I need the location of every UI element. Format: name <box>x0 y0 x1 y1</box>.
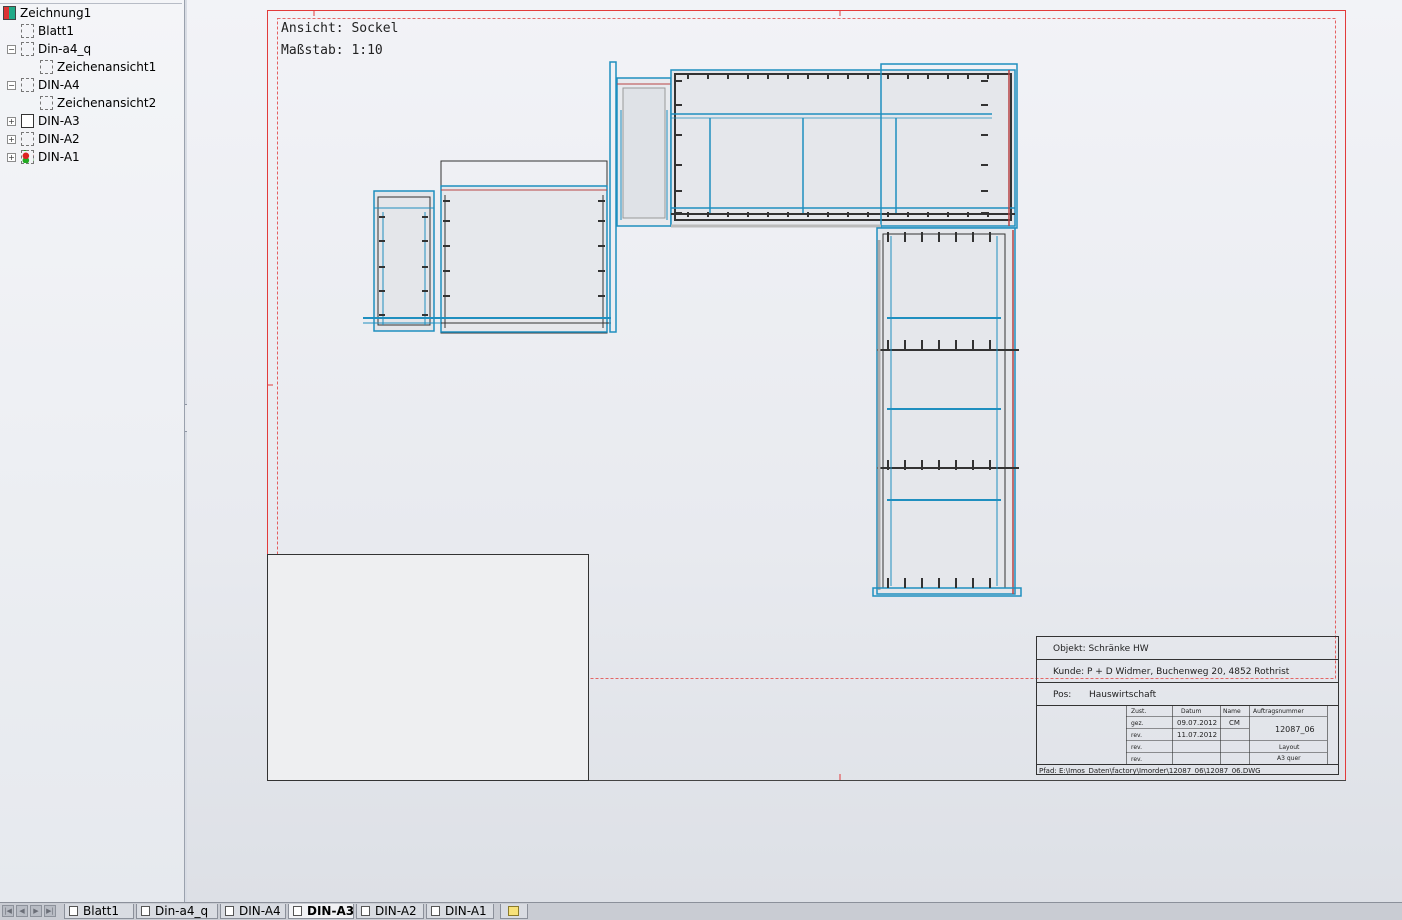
sheet-tab-label: DIN-A3 <box>307 904 355 918</box>
tree-item-din-a4[interactable]: − DIN-A4 <box>0 77 182 94</box>
add-sheet-icon <box>508 906 519 916</box>
sheet-icon <box>21 132 34 146</box>
add-sheet-button[interactable] <box>500 904 528 919</box>
tb-row-gez: gez. <box>1131 720 1144 727</box>
view-icon <box>40 60 53 74</box>
last-sheet-button[interactable]: ▶| <box>44 905 56 917</box>
title-kunde: Kunde: P + D Widmer, Buchenweg 20, 4852 … <box>1053 667 1290 677</box>
tree-item-din-a4-q[interactable]: − Din-a4_q <box>0 41 182 58</box>
sheet-tab-din-a4[interactable]: DIN-A4 <box>220 904 286 919</box>
sheet-tab-label: Din-a4_q <box>155 904 209 918</box>
sheet-tab-label: DIN-A4 <box>239 904 281 918</box>
cabinet-top-long[interactable] <box>670 63 1018 229</box>
sheet-tab-blatt1[interactable]: Blatt1 <box>64 904 134 919</box>
expand-icon[interactable]: + <box>7 117 16 126</box>
tree-item-label: DIN-A2 <box>38 132 80 146</box>
tb-row-rev2: rev. <box>1131 744 1142 751</box>
cabinet-left-main[interactable] <box>440 61 617 334</box>
tb-row-zust: Zust. <box>1131 708 1146 715</box>
cabinet-tall-narrow[interactable] <box>616 77 672 227</box>
tree-item-zeichenansicht2[interactable]: Zeichenansicht2 <box>0 95 182 112</box>
tree-item-label: Zeichenansicht1 <box>57 60 157 74</box>
tree-item-label: Zeichenansicht2 <box>57 96 157 110</box>
sheet-page-icon <box>141 906 150 916</box>
sheet-tab-label: Blatt1 <box>83 904 119 918</box>
tb-date-gez: 09.07.2012 <box>1177 719 1217 727</box>
tb-col-datum: Datum <box>1181 708 1201 715</box>
tree-item-zeichenansicht1[interactable]: Zeichenansicht1 <box>0 59 182 76</box>
collapse-icon[interactable]: − <box>7 45 16 54</box>
collapse-icon[interactable]: − <box>7 81 16 90</box>
sheet-tab-din-a4-q[interactable]: Din-a4_q <box>136 904 218 919</box>
tree-item-zeichnung1[interactable]: Zeichnung1 <box>0 5 182 22</box>
expand-icon[interactable]: + <box>7 153 16 162</box>
sheet-icon <box>21 42 34 56</box>
tree-item-label: Din-a4_q <box>38 42 92 56</box>
tb-layout-label: Layout <box>1279 744 1300 751</box>
title-pos-label: Pos: <box>1053 690 1071 700</box>
expand-icon[interactable]: + <box>7 135 16 144</box>
sheet-icon <box>21 78 34 92</box>
sheet-tab-label: DIN-A2 <box>375 904 417 918</box>
tb-date-rev1: 11.07.2012 <box>1177 731 1217 739</box>
tb-name-gez: CM <box>1229 719 1240 727</box>
view-icon <box>40 96 53 110</box>
tree-item-label: DIN-A1 <box>38 150 80 164</box>
tree-item-din-a1[interactable]: + DIN-A1 <box>0 149 182 166</box>
sheet-tab-strip: |◀ ◀ ▶ ▶| Blatt1 Din-a4_q DIN-A4 DIN-A3 DIN-… <box>0 902 1402 920</box>
title-pos-value: Hauswirtschaft <box>1089 690 1157 700</box>
tree-item-din-a3[interactable]: + DIN-A3 <box>0 113 182 130</box>
sheet-tab-label: DIN-A1 <box>445 904 487 918</box>
tb-row-rev1: rev. <box>1131 732 1142 739</box>
tb-row-rev3: rev. <box>1131 756 1142 763</box>
view-scale-label: Maßstab: 1:10 <box>281 43 383 58</box>
next-sheet-button[interactable]: ▶ <box>30 905 42 917</box>
sheet-icon <box>21 24 34 38</box>
tree-item-label: Zeichnung1 <box>20 6 92 20</box>
title-objekt: Objekt: Schränke HW <box>1053 644 1149 654</box>
tree-item-label: Blatt1 <box>38 24 74 38</box>
cabinet-right-vertical[interactable] <box>872 227 1022 597</box>
sheet-page-icon <box>69 906 78 916</box>
tree-item-label: DIN-A4 <box>38 78 80 92</box>
tb-layout-value: A3 quer <box>1277 755 1301 762</box>
sheet-page-icon <box>225 906 234 916</box>
sheet-page-icon <box>293 906 302 916</box>
tree-item-din-a2[interactable]: + DIN-A2 <box>0 131 182 148</box>
sheet-tab-din-a1[interactable]: DIN-A1 <box>426 904 494 919</box>
prev-sheet-button[interactable]: ◀ <box>16 905 28 917</box>
sheet-tab-din-a2[interactable]: DIN-A2 <box>356 904 424 919</box>
tree-top-bar <box>0 0 182 4</box>
sheet-page-icon <box>361 906 370 916</box>
cabinet-left-small[interactable] <box>363 190 442 332</box>
view-name-label: Ansicht: Sockel <box>281 21 398 36</box>
tb-col-name: Name <box>1223 708 1241 715</box>
feature-manager-tree: Zeichnung1 Blatt1 − Din-a4_q Zeichenansicht1… <box>0 0 185 902</box>
sheet-tab-din-a3[interactable]: DIN-A3 <box>288 904 354 919</box>
tb-col-auftrag: Auftragsnummer <box>1253 708 1304 715</box>
empty-view-placeholder[interactable] <box>267 554 589 781</box>
title-pfad: Pfad: E:\Imos_Daten\factory\Imorder\1208… <box>1039 767 1261 775</box>
first-sheet-button[interactable]: |◀ <box>2 905 14 917</box>
sheet-page-icon <box>431 906 440 916</box>
sheet-warning-icon <box>21 150 34 164</box>
drawing-icon <box>3 6 16 20</box>
tb-auftrag-value: 12087_06 <box>1275 725 1315 734</box>
title-block[interactable]: Objekt: Schränke HW Kunde: P + D Widmer,… <box>1036 636 1339 776</box>
tree-item-label: DIN-A3 <box>38 114 80 128</box>
active-sheet-icon <box>21 114 34 128</box>
tree-item-blatt1[interactable]: Blatt1 <box>0 23 182 40</box>
drawing-canvas[interactable]: Ansicht: Sockel Maßstab: 1:10 Objekt: Sc… <box>187 0 1402 902</box>
drawing-sheet: Ansicht: Sockel Maßstab: 1:10 Objekt: Sc… <box>267 10 1346 781</box>
